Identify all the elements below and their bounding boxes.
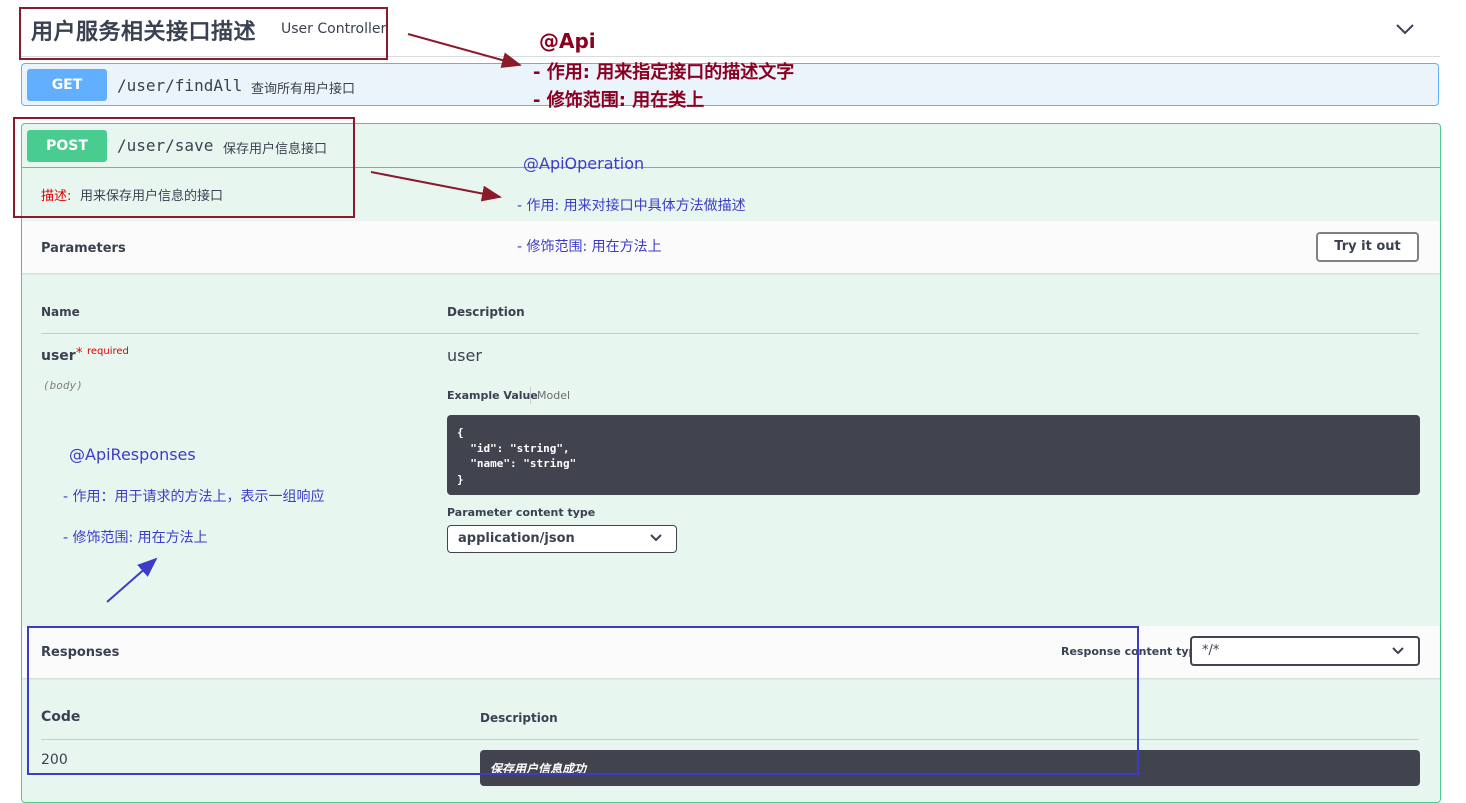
- annotation-apioperation-line2: - 修饰范围: 用在方法上: [517, 239, 662, 255]
- parameter-content-type-label: Parameter content type: [447, 506, 596, 519]
- try-it-out-button[interactable]: Try it out: [1316, 232, 1419, 262]
- annotation-apioperation-line1: - 作用: 用来对接口中具体方法做描述: [517, 198, 746, 214]
- annotation-apiresponses-line1: - 作用：用于请求的方法上，表示一组响应: [63, 489, 325, 505]
- example-code-block: [447, 415, 1420, 495]
- arrow-api: [407, 33, 522, 68]
- get-operation-summary: 查询所有用户接口: [251, 82, 356, 97]
- annotation-box-responses: [27, 626, 1139, 775]
- param-table-divider: [41, 333, 1419, 334]
- annotation-box-operation: [13, 117, 355, 218]
- annotation-apioperation-title: @ApiOperation: [523, 154, 645, 173]
- annotation-api-title: @Api: [539, 29, 596, 53]
- param-location: (body): [43, 379, 83, 392]
- annotation-api-line1: - 作用: 用来指定接口的描述文字: [533, 62, 795, 83]
- tab-divider: [530, 387, 531, 404]
- parameter-content-type-value[interactable]: application/json: [458, 531, 575, 546]
- chevron-down-icon[interactable]: [649, 531, 663, 545]
- param-description: user: [447, 346, 482, 365]
- get-operation-path[interactable]: /user/findAll: [117, 76, 242, 95]
- chevron-down-icon[interactable]: [1394, 19, 1416, 39]
- parameters-title: Parameters: [41, 241, 126, 256]
- required-label: required: [87, 346, 129, 357]
- annotation-apiresponses-title: @ApiResponses: [69, 445, 196, 464]
- param-description-column-header: Description: [447, 305, 525, 319]
- param-name: user: [41, 348, 76, 364]
- annotation-apiresponses-line2: - 修饰范围: 用在方法上: [63, 530, 208, 546]
- annotation-box-tag: [19, 7, 388, 60]
- example-value-tab[interactable]: Example Value: [447, 389, 538, 402]
- response-content-type-value[interactable]: */*: [1202, 643, 1219, 658]
- get-method-badge[interactable]: GET: [27, 69, 107, 101]
- example-code: { "id": "string", "name": "string" }: [457, 426, 577, 486]
- param-name-column-header: Name: [41, 305, 80, 319]
- parameters-header: [22, 221, 1440, 273]
- required-star: *: [76, 346, 83, 361]
- chevron-down-icon[interactable]: [1391, 644, 1405, 658]
- response-content-type-select[interactable]: [1190, 636, 1420, 666]
- model-tab[interactable]: Model: [537, 389, 570, 402]
- annotation-api-line2: - 修饰范围: 用在类上: [533, 90, 705, 111]
